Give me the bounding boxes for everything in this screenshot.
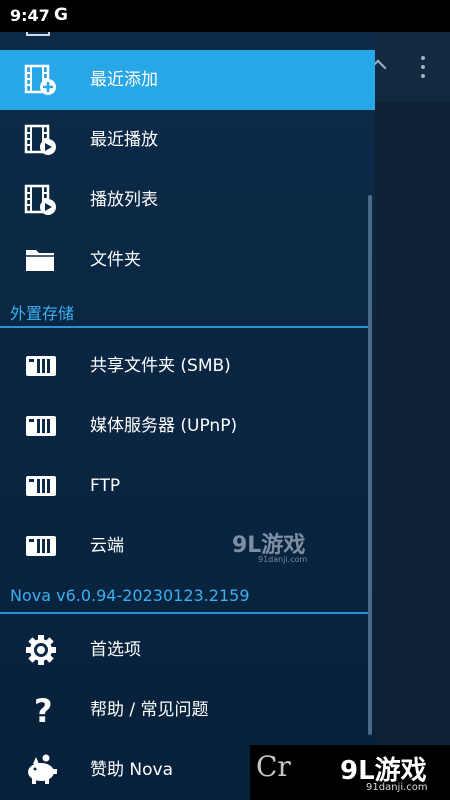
server-icon — [26, 356, 56, 376]
film-play-icon — [24, 124, 56, 155]
server-icon — [26, 416, 56, 436]
drawer-item-label: 共享文件夹 (SMB) — [90, 356, 231, 376]
drawer-item-upnp[interactable]: 媒体服务器 (UPnP) — [0, 396, 375, 456]
watermark-corner-logo: Cr — [256, 750, 291, 783]
drawer-item-label: 媒体服务器 (UPnP) — [90, 416, 238, 436]
film-play-icon — [24, 184, 56, 215]
drawer-scrollbar[interactable] — [368, 195, 372, 735]
drawer-item-label: 赞助 Nova — [90, 760, 173, 780]
drawer-item-smb[interactable]: 共享文件夹 (SMB) — [0, 336, 375, 396]
drawer-item-label: 云端 — [90, 536, 124, 556]
drawer-item-help[interactable]: ? 帮助 / 常见问题 — [0, 680, 375, 740]
drawer-item-folders[interactable]: 文件夹 — [0, 230, 375, 290]
status-bar: 9:47 G — [0, 0, 450, 32]
google-icon: G — [54, 5, 68, 25]
watermark-center: 9L游戏 91danji.com — [232, 527, 307, 564]
navigation-drawer: 最近添加 最近播放 播放列表 文件夹 外置存储 共享文件夹 (SMB) 媒体服务… — [0, 32, 375, 800]
question-icon: ? — [34, 694, 53, 726]
drawer-item-preferences[interactable]: 首选项 — [0, 620, 375, 680]
drawer-item-label: 首选项 — [90, 640, 141, 660]
drawer-item-label: 帮助 / 常见问题 — [90, 700, 209, 720]
drawer-item-recently-played[interactable]: 最近播放 — [0, 110, 375, 170]
drawer-item-recently-added[interactable]: 最近添加 — [0, 50, 375, 110]
app-version: Nova v6.0.94-20230123.2159 — [10, 586, 250, 605]
gear-icon — [26, 635, 56, 665]
status-time: 9:47 — [10, 6, 50, 25]
piggy-bank-icon — [28, 754, 57, 784]
drawer-item-label: FTP — [90, 476, 121, 496]
drawer-item-label: 播放列表 — [90, 190, 158, 210]
watermark-url: 91danji.com — [258, 555, 308, 564]
more-options-icon[interactable] — [414, 54, 432, 80]
partial-icon — [26, 32, 50, 36]
section-title: 外置存储 — [10, 304, 75, 323]
drawer-item-label: 文件夹 — [90, 250, 141, 270]
drawer-item-ftp[interactable]: FTP — [0, 456, 375, 516]
server-icon — [26, 476, 56, 496]
svg-text:?: ? — [34, 694, 53, 726]
watermark-corner-url: 91danji.com — [366, 782, 428, 793]
version-header: Nova v6.0.94-20230123.2159 — [0, 582, 370, 614]
section-header-external-storage: 外置存储 — [0, 296, 370, 328]
background-app — [375, 0, 450, 800]
drawer-item-playlists[interactable]: 播放列表 — [0, 170, 375, 230]
drawer-item-label: 最近添加 — [90, 70, 158, 90]
drawer-item-label: 最近播放 — [90, 130, 158, 150]
film-add-icon — [24, 64, 56, 95]
drawer-item-cloud[interactable]: 云端 — [0, 516, 375, 576]
folder-icon — [26, 250, 54, 271]
server-icon — [26, 536, 56, 556]
